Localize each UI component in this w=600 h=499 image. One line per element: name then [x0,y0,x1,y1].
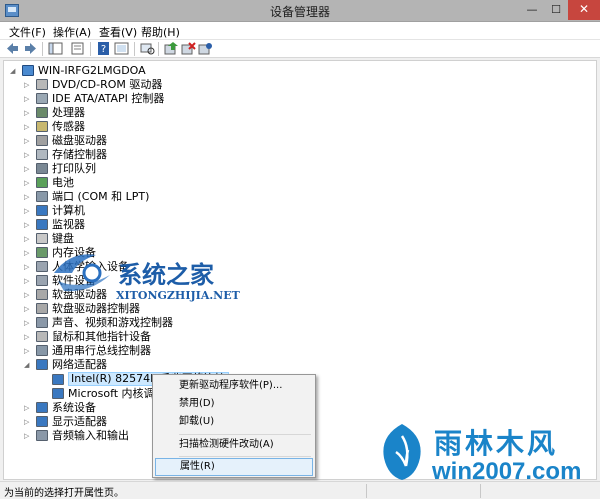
watermark-corner-cn: 雨林木风 [434,427,559,460]
help-icon[interactable]: ? [96,42,111,55]
menu-item-scan-hardware[interactable]: 扫描检测硬件改动(A) [155,436,313,454]
disable-device-icon[interactable] [181,42,196,55]
toolbar-separator [42,42,43,56]
expand-arrow-icon[interactable]: ▷ [24,333,31,341]
expand-arrow-icon[interactable]: ▷ [24,179,31,187]
expand-arrow-icon[interactable]: ▷ [24,319,31,327]
keyboard-icon [36,233,48,244]
network-adapter-icon [52,374,64,385]
expand-arrow-icon[interactable]: ▷ [24,193,31,201]
expand-arrow-icon[interactable]: ▷ [24,291,31,299]
expand-arrow-icon[interactable]: ▷ [24,235,31,243]
scan-hardware-icon[interactable] [140,42,155,55]
computer-icon [22,65,34,76]
close-button[interactable]: ✕ [568,0,600,20]
toolbar-separator [158,42,159,56]
view-icon[interactable] [114,42,129,55]
expand-arrow-icon[interactable]: ▷ [24,347,31,355]
expand-arrow-icon[interactable]: ▷ [24,109,31,117]
display-adapter-icon [36,416,48,427]
watermark-xitongzhijia: 系统之家 XITONGZHIJIA.NET [50,245,250,305]
maximize-button[interactable]: ☐ [544,0,568,20]
expand-arrow-icon[interactable]: ▷ [24,95,31,103]
forward-arrow-icon[interactable] [23,42,38,55]
watermark-leaf-logo-icon [383,424,421,480]
menu-item-disable[interactable]: 禁用(D) [155,395,313,413]
expand-arrow-icon[interactable]: ▷ [24,404,31,412]
software-device-icon [36,275,48,286]
watermark-center-en: XITONGZHIJIA.NET [116,289,240,302]
network-adapter-icon [52,388,64,399]
processor-icon [36,107,48,118]
expand-arrow-icon[interactable]: ▷ [24,151,31,159]
audio-icon [36,430,48,441]
menu-separator [179,456,311,457]
expand-arrow-icon[interactable]: ▷ [24,432,31,440]
expand-arrow-icon[interactable]: ▷ [24,418,31,426]
usb-icon [36,345,48,356]
title-bar: 设备管理器 — ☐ ✕ [0,0,600,22]
system-device-icon [36,402,48,413]
storage-controller-icon [36,149,48,160]
dvd-drive-icon [36,79,48,90]
watermark-yulinmufeng: 雨林木风 win2007.com [372,418,598,488]
expand-arrow-icon[interactable]: ▷ [24,81,31,89]
menu-bar: 文件(F) 操作(A) 查看(V) 帮助(H) [0,22,600,40]
menu-item-uninstall[interactable]: 卸载(U) [155,413,313,431]
svg-text:?: ? [101,44,106,55]
network-adapter-icon [36,359,48,370]
context-menu: 更新驱动程序软件(P)... 禁用(D) 卸载(U) 扫描检测硬件改动(A) 属… [152,374,316,478]
menu-view[interactable]: 查看(V) [99,24,137,40]
expand-arrow-icon[interactable]: ▷ [24,305,31,313]
speaker-icon [36,317,48,328]
expand-arrow-icon[interactable]: ▷ [24,249,31,257]
ide-controller-icon [36,93,48,104]
menu-item-properties[interactable]: 属性(R) [155,458,313,476]
menu-file[interactable]: 文件(F) [9,24,46,40]
menu-separator [179,434,311,435]
watermark-logo-icon [54,254,110,292]
disk-drive-icon [36,135,48,146]
expand-arrow-icon[interactable]: ▷ [24,137,31,145]
port-icon [36,191,48,202]
mouse-icon [36,331,48,342]
properties-sheet-icon[interactable] [70,42,85,55]
hid-icon [36,261,48,272]
menu-action[interactable]: 操作(A) [53,24,91,40]
status-bar: 为当前的选择打开属性页。 [0,481,600,499]
expand-arrow-icon[interactable]: ▷ [24,277,31,285]
back-arrow-icon[interactable] [5,42,20,55]
computer-icon [36,205,48,216]
monitor-icon [36,219,48,230]
collapse-arrow-icon[interactable]: ◢ [24,361,31,369]
expand-arrow-icon[interactable]: ▷ [24,221,31,229]
floppy-controller-icon [36,303,48,314]
status-divider [480,484,481,498]
menu-help[interactable]: 帮助(H) [141,24,180,40]
expand-arrow-icon[interactable]: ▷ [24,207,31,215]
expand-arrow-icon[interactable]: ▷ [24,165,31,173]
minimize-button[interactable]: — [520,0,544,20]
toolbar-separator [90,42,91,56]
toolbar-separator [134,42,135,56]
status-divider [366,484,367,498]
uninstall-device-icon[interactable] [198,42,213,55]
toolbar: ? [0,40,600,58]
sensor-icon [36,121,48,132]
battery-icon [36,177,48,188]
floppy-drive-icon [36,289,48,300]
console-tree-icon[interactable] [48,42,63,55]
watermark-center-cn: 系统之家 [118,260,214,289]
menu-item-update-driver[interactable]: 更新驱动程序软件(P)... [155,377,313,395]
collapse-arrow-icon[interactable]: ◢ [10,67,17,75]
printer-icon [36,163,48,174]
memory-icon [36,247,48,258]
expand-arrow-icon[interactable]: ▷ [24,123,31,131]
update-driver-icon[interactable] [164,42,179,55]
expand-arrow-icon[interactable]: ▷ [24,263,31,271]
status-text: 为当前的选择打开属性页。 [4,488,124,499]
window-title: 设备管理器 [269,5,330,19]
